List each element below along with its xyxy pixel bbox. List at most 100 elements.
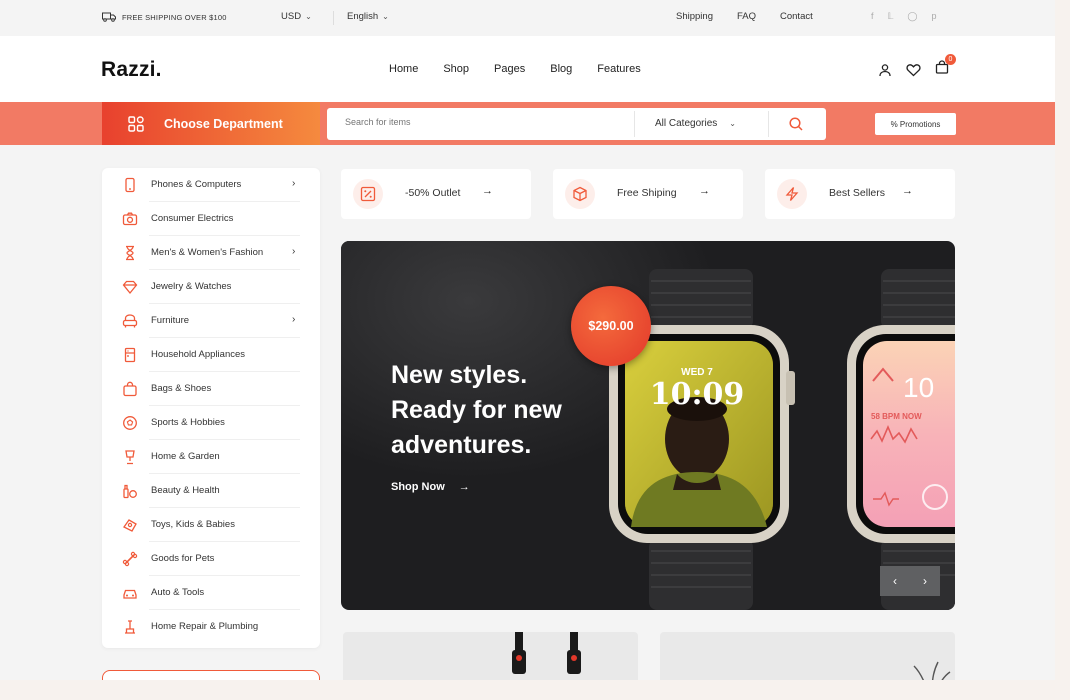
hero-headline: New styles. Ready for new adventures. [391, 358, 591, 463]
category-label: Sports & Hobbies [151, 417, 225, 428]
ball-icon [123, 416, 137, 430]
diamond-icon [122, 280, 138, 295]
chevron-right-icon[interactable]: › [910, 566, 940, 596]
sidebar-secondary-box [102, 670, 320, 680]
social-links: f 𝕃 ◯ p [871, 11, 937, 22]
category-select-value: All Categories [655, 118, 718, 129]
hero-headline-line: Ready for new [391, 396, 562, 424]
nav-features[interactable]: Features [597, 63, 640, 75]
hero-headline-line: adventures. [391, 431, 532, 459]
feature-card-best-sellers[interactable]: Best Sellers → [765, 169, 955, 219]
hero-banner: WED 7 10:09 10 58 BPM NOW $290.00 New st… [341, 241, 955, 610]
department-bar: Choose Department All Categories ⌄ % Pro… [0, 102, 1055, 145]
price-badge: $290.00 [571, 286, 651, 366]
category-label: Consumer Electrics [151, 213, 234, 224]
category-item[interactable]: Jewelry & Watches [102, 270, 320, 304]
category-label: Household Appliances [151, 349, 246, 360]
lightning-icon [777, 179, 807, 209]
nav-home[interactable]: Home [389, 63, 418, 75]
feature-card-outlet[interactable]: -50% Outlet → [341, 169, 531, 219]
plant-icon [125, 450, 135, 465]
category-item[interactable]: Sports & Hobbies [102, 406, 320, 440]
category-item[interactable]: Home Repair & Plumbing [102, 610, 320, 644]
chevron-down-icon: ⌄ [382, 12, 389, 21]
category-item[interactable]: Toys, Kids & Babies [102, 508, 320, 542]
category-select[interactable]: All Categories ⌄ [655, 118, 736, 129]
instagram-icon[interactable]: ◯ [907, 11, 917, 22]
category-label: Men's & Women's Fashion [151, 247, 264, 258]
pinterest-icon[interactable]: p [932, 11, 937, 22]
chevron-down-icon: ⌄ [305, 12, 312, 21]
category-item[interactable]: Consumer Electrics [102, 202, 320, 236]
category-item[interactable]: Goods for Pets [102, 542, 320, 576]
search-button[interactable] [788, 116, 804, 137]
category-item[interactable]: Phones & Computers › [102, 168, 320, 202]
chevron-right-icon: › [292, 178, 296, 189]
search-input[interactable] [345, 117, 625, 127]
heart-icon[interactable] [906, 63, 921, 77]
nav-shop[interactable]: Shop [443, 63, 469, 75]
link-shipping[interactable]: Shipping [676, 11, 713, 22]
car-icon [123, 589, 137, 599]
bag-icon [123, 381, 137, 397]
nav-pages[interactable]: Pages [494, 63, 525, 75]
fridge-icon [124, 347, 136, 363]
phone-icon [125, 177, 135, 193]
cart-button[interactable]: 0 [935, 54, 956, 79]
currency-value: USD [281, 11, 302, 22]
camera-icon [122, 212, 138, 226]
category-label: Beauty & Health [151, 485, 220, 496]
arrow-right-icon: → [699, 185, 710, 197]
slider-controls: ‹ › [880, 566, 940, 596]
category-item[interactable]: Auto & Tools [102, 576, 320, 610]
language-value: English [347, 11, 379, 22]
truck-icon [102, 12, 116, 22]
top-links: Shipping FAQ Contact [676, 11, 813, 22]
hero-headline-line: New styles. [391, 361, 528, 389]
category-item[interactable]: Furniture › [102, 304, 320, 338]
user-icon[interactable] [878, 63, 892, 77]
twitter-icon[interactable]: 𝕃 [888, 11, 894, 22]
product-banner-card[interactable] [660, 632, 955, 680]
facebook-icon[interactable]: f [871, 11, 874, 22]
choose-department-button[interactable]: Choose Department [102, 102, 320, 145]
cosmetics-icon [123, 484, 137, 499]
shop-now-link[interactable]: Shop Now → [391, 481, 470, 493]
plant-image [913, 661, 951, 680]
category-sidebar: Phones & Computers › Consumer Electrics … [102, 168, 320, 648]
category-label: Phones & Computers [151, 179, 242, 190]
divider [634, 111, 635, 137]
chevron-left-icon[interactable]: ‹ [880, 566, 910, 596]
category-label: Auto & Tools [151, 587, 205, 598]
category-item[interactable]: Household Appliances [102, 338, 320, 372]
chevron-down-icon: ⌄ [729, 119, 736, 128]
arrow-right-icon: → [902, 185, 913, 197]
product-banner-card[interactable] [343, 632, 638, 680]
chevron-right-icon: › [292, 246, 296, 257]
nav-blog[interactable]: Blog [550, 63, 572, 75]
logo[interactable]: Razzi. [101, 58, 162, 82]
language-select[interactable]: English ⌄ [347, 11, 389, 22]
link-faq[interactable]: FAQ [737, 11, 756, 22]
shop-now-label: Shop Now [391, 481, 445, 493]
promotions-button[interactable]: % Promotions [875, 113, 956, 135]
category-item[interactable]: Beauty & Health [102, 474, 320, 508]
category-label: Furniture [151, 315, 190, 326]
category-item[interactable]: Home & Garden [102, 440, 320, 474]
top-bar: FREE SHIPPING OVER $100 USD ⌄ English ⌄ … [0, 0, 1055, 36]
category-item[interactable]: Men's & Women's Fashion › [102, 236, 320, 270]
smartwatch-image-2: 10 58 BPM NOW [847, 269, 955, 610]
box-icon [565, 179, 595, 209]
feature-card-shipping[interactable]: Free Shiping → [553, 169, 743, 219]
category-item[interactable]: Bags & Shoes [102, 372, 320, 406]
department-label: Choose Department [164, 116, 283, 131]
currency-select[interactable]: USD ⌄ [281, 11, 312, 22]
category-label: Home & Garden [151, 451, 220, 462]
grid-icon [128, 115, 144, 132]
main-nav: Home Shop Pages Blog Features [389, 63, 666, 75]
link-contact[interactable]: Contact [780, 11, 813, 22]
shipping-notice: FREE SHIPPING OVER $100 [102, 12, 227, 22]
category-label: Goods for Pets [151, 553, 215, 564]
feature-label: Best Sellers [829, 187, 886, 199]
category-label: Jewelry & Watches [151, 281, 232, 292]
